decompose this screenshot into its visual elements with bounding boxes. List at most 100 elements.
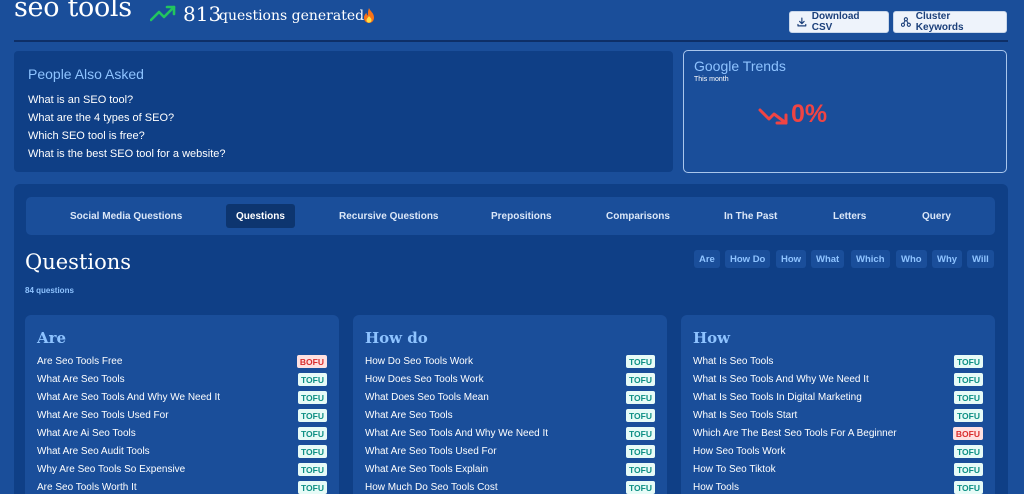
question-row[interactable]: What Are Seo Tools TOFU bbox=[365, 407, 655, 425]
funnel-badge: TOFU bbox=[954, 355, 983, 368]
question-text: What Are Seo Tools And Why We Need It bbox=[37, 392, 221, 403]
question-row[interactable]: What Are Ai Seo Tools TOFU bbox=[37, 425, 327, 443]
question-count: 813 bbox=[183, 2, 222, 26]
funnel-badge: TOFU bbox=[298, 481, 327, 494]
question-row[interactable]: What Is Seo Tools And Why We Need It TOF… bbox=[693, 371, 983, 389]
question-row[interactable]: How Much Do Seo Tools Cost TOFU bbox=[365, 479, 655, 494]
filter-which[interactable]: Which bbox=[851, 250, 890, 268]
filter-are[interactable]: Are bbox=[694, 250, 720, 268]
question-text: How Does Seo Tools Work bbox=[365, 374, 484, 385]
question-text: What Are Seo Tools bbox=[37, 374, 125, 385]
google-trends-period: This month bbox=[694, 76, 729, 83]
google-trends-change: 0% bbox=[791, 100, 828, 128]
question-row[interactable]: What Is Seo Tools TOFU bbox=[693, 353, 983, 371]
question-card-how: How What Is Seo Tools TOFU What Is Seo T… bbox=[681, 315, 995, 494]
question-row[interactable]: What Are Seo Tools And Why We Need It TO… bbox=[365, 425, 655, 443]
question-card-are: Are Are Seo Tools Free BOFU What Are Seo… bbox=[25, 315, 339, 494]
tab-recursive-questions[interactable]: Recursive Questions bbox=[329, 204, 448, 228]
question-text: What Does Seo Tools Mean bbox=[365, 392, 489, 403]
funnel-badge: TOFU bbox=[298, 391, 327, 404]
tab-questions[interactable]: Questions bbox=[226, 204, 295, 228]
question-row[interactable]: How Seo Tools Work TOFU bbox=[693, 443, 983, 461]
tab-comparisons[interactable]: Comparisons bbox=[596, 204, 680, 228]
tab-prepositions[interactable]: Prepositions bbox=[481, 204, 562, 228]
question-row[interactable]: How Tools TOFU bbox=[693, 479, 983, 494]
funnel-badge: TOFU bbox=[954, 391, 983, 404]
question-text: What Is Seo Tools bbox=[693, 356, 774, 367]
download-csv-label: Download CSV bbox=[811, 11, 860, 33]
question-row[interactable]: Which Are The Best Seo Tools For A Begin… bbox=[693, 425, 983, 443]
funnel-badge: TOFU bbox=[626, 445, 655, 458]
keyword-title: seo tools bbox=[14, 0, 132, 23]
question-text: Are Seo Tools Free bbox=[37, 356, 123, 367]
filter-what[interactable]: What bbox=[811, 250, 845, 268]
question-text: What Are Seo Tools And Why We Need It bbox=[365, 428, 549, 439]
funnel-badge: TOFU bbox=[954, 373, 983, 386]
tab-in-the-past[interactable]: In The Past bbox=[714, 204, 787, 228]
funnel-badge: TOFU bbox=[626, 391, 655, 404]
section-title: Questions bbox=[25, 250, 132, 274]
question-text: How Tools bbox=[693, 482, 739, 493]
question-row[interactable]: What Is Seo Tools Start TOFU bbox=[693, 407, 983, 425]
category-tabs: Social Media Questions Questions Recursi… bbox=[26, 197, 995, 235]
question-row[interactable]: How To Seo Tiktok TOFU bbox=[693, 461, 983, 479]
funnel-badge: TOFU bbox=[626, 463, 655, 476]
paa-question[interactable]: What is an SEO tool? bbox=[28, 94, 133, 106]
funnel-badge: TOFU bbox=[626, 355, 655, 368]
question-text: Which Are The Best Seo Tools For A Begin… bbox=[693, 428, 897, 439]
paa-question[interactable]: What are the 4 types of SEO? bbox=[28, 112, 174, 124]
funnel-badge: TOFU bbox=[954, 463, 983, 476]
filter-why[interactable]: Why bbox=[932, 250, 963, 268]
question-row[interactable]: What Is Seo Tools In Digital Marketing T… bbox=[693, 389, 983, 407]
question-row[interactable]: What Are Seo Audit Tools TOFU bbox=[37, 443, 327, 461]
filter-will[interactable]: Will bbox=[967, 250, 994, 268]
tab-letters[interactable]: Letters bbox=[823, 204, 876, 228]
question-row[interactable]: What Are Seo Tools Explain TOFU bbox=[365, 461, 655, 479]
question-row[interactable]: How Do Seo Tools Work TOFU bbox=[365, 353, 655, 371]
filter-how[interactable]: How bbox=[776, 250, 807, 268]
card-title: Are bbox=[37, 329, 67, 347]
question-row[interactable]: What Are Seo Tools TOFU bbox=[37, 371, 327, 389]
google-trends-title: Google Trends bbox=[694, 58, 786, 74]
paa-question[interactable]: Which SEO tool is free? bbox=[28, 130, 145, 142]
question-row[interactable]: Are Seo Tools Worth It TOFU bbox=[37, 479, 327, 494]
filter-who[interactable]: Who bbox=[896, 250, 927, 268]
download-csv-button[interactable]: Download CSV bbox=[789, 11, 889, 33]
question-text: Are Seo Tools Worth It bbox=[37, 482, 137, 493]
question-text: What Is Seo Tools In Digital Marketing bbox=[693, 392, 862, 403]
download-icon bbox=[797, 17, 807, 27]
funnel-badge: TOFU bbox=[298, 463, 327, 476]
cluster-keywords-label: Cluster Keywords bbox=[915, 11, 964, 33]
funnel-badge: TOFU bbox=[626, 409, 655, 422]
fire-icon bbox=[364, 8, 374, 23]
question-text: What Are Seo Tools Used For bbox=[365, 446, 497, 457]
funnel-badge: TOFU bbox=[298, 445, 327, 458]
question-card-how-do: How do How Do Seo Tools Work TOFU How Do… bbox=[353, 315, 667, 494]
question-row[interactable]: What Are Seo Tools Used For TOFU bbox=[365, 443, 655, 461]
tab-social-media-questions[interactable]: Social Media Questions bbox=[60, 204, 192, 228]
question-row[interactable]: Are Seo Tools Free BOFU bbox=[37, 353, 327, 371]
filter-how-do[interactable]: How Do bbox=[725, 250, 771, 268]
question-text: Why Are Seo Tools So Expensive bbox=[37, 464, 186, 475]
tab-query[interactable]: Query bbox=[912, 204, 961, 228]
paa-question[interactable]: What is the best SEO tool for a website? bbox=[28, 148, 225, 160]
question-row[interactable]: How Does Seo Tools Work TOFU bbox=[365, 371, 655, 389]
section-count: 84 questions bbox=[25, 286, 74, 295]
cluster-icon bbox=[901, 17, 911, 27]
question-text: What Is Seo Tools Start bbox=[693, 410, 798, 421]
question-row[interactable]: What Are Seo Tools Used For TOFU bbox=[37, 407, 327, 425]
page-header: seo tools 813 questions generated Downlo… bbox=[0, 0, 1024, 40]
people-also-asked-panel: People Also Asked What is an SEO tool? W… bbox=[14, 51, 673, 172]
funnel-badge: BOFU bbox=[296, 355, 327, 368]
question-text: How Much Do Seo Tools Cost bbox=[365, 482, 498, 493]
question-row[interactable]: What Are Seo Tools And Why We Need It TO… bbox=[37, 389, 327, 407]
funnel-badge: TOFU bbox=[298, 409, 327, 422]
cluster-keywords-button[interactable]: Cluster Keywords bbox=[893, 11, 1007, 33]
question-text: What Are Seo Audit Tools bbox=[37, 446, 150, 457]
trending-down-icon bbox=[758, 108, 788, 125]
question-count-label: questions generated bbox=[219, 8, 365, 24]
question-row[interactable]: Why Are Seo Tools So Expensive TOFU bbox=[37, 461, 327, 479]
question-row[interactable]: What Does Seo Tools Mean TOFU bbox=[365, 389, 655, 407]
questions-section: Social Media Questions Questions Recursi… bbox=[14, 184, 1008, 494]
card-title: How do bbox=[365, 329, 428, 347]
